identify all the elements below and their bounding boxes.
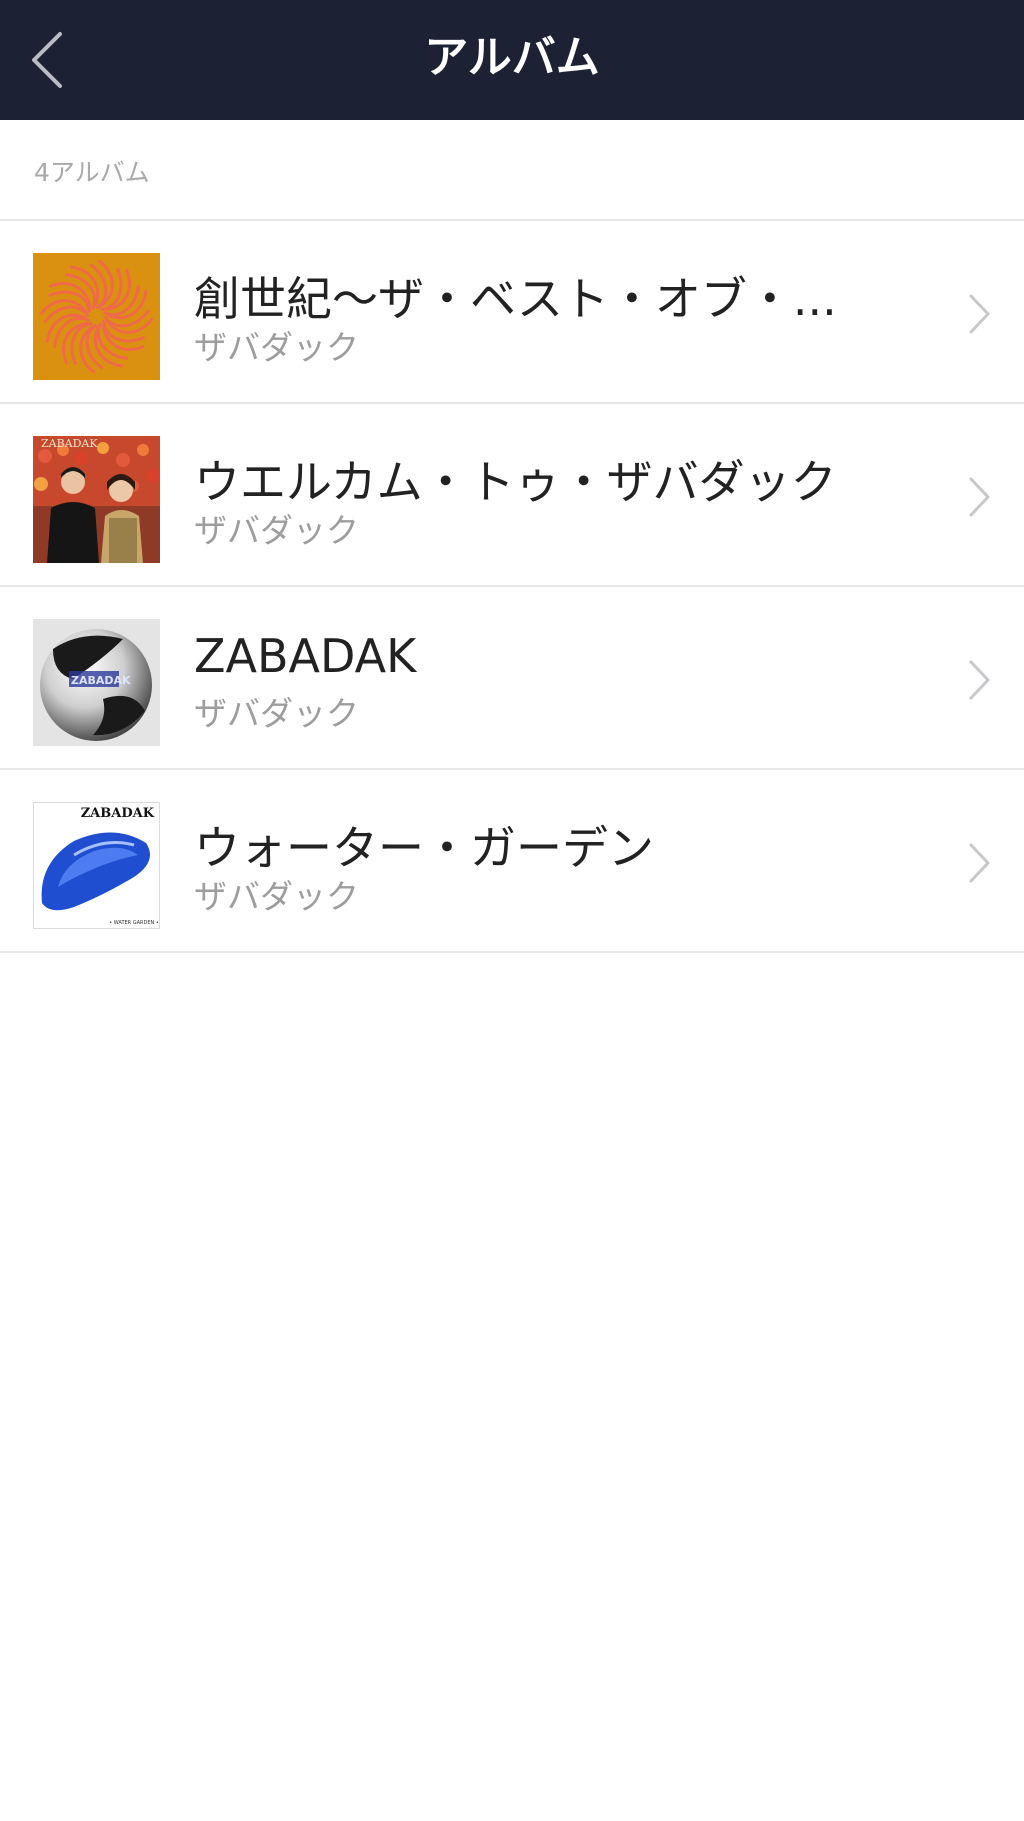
album-cover-text: ZABADAK [41, 437, 98, 450]
album-artist: ザバダック [194, 511, 359, 550]
album-cover-subtext: • WATER GARDEN • [109, 920, 159, 926]
album-title: ウォーター・ガーデン [194, 821, 654, 875]
album-title: 創世紀〜ザ・ベスト・オブ・... [194, 272, 837, 326]
album-cover-text: ZABADAK [71, 674, 131, 687]
navigation-bar: アルバム [0, 0, 1024, 120]
album-title: ZABADAK [194, 629, 417, 683]
album-artist: ザバダック [194, 328, 359, 367]
album-artist: ザバダック [194, 877, 359, 916]
album-cover-chrome-sphere: ZABADAK [33, 619, 160, 746]
album-count-label: 4アルバム [34, 158, 150, 187]
album-cover-blue-shape: ZABADAK • WATER GARDEN • [34, 803, 159, 928]
album-cover-text: ZABADAK [81, 806, 155, 821]
album-row[interactable]: ZABADAK • WATER GARDEN • ウォーター・ガーデン ザバダッ… [0, 770, 1024, 953]
album-cover: ZABADAK [33, 619, 160, 746]
album-cover: ZABADAK • WATER GARDEN • [33, 802, 160, 929]
album-cover: ZABADAK [33, 436, 160, 563]
album-cover-band-photo: ZABADAK [33, 436, 160, 563]
album-row[interactable]: ZABADAK ZABADAK ザバダック [0, 587, 1024, 770]
album-artist: ザバダック [194, 694, 359, 733]
chevron-right-icon [969, 843, 990, 883]
chevron-right-icon [969, 660, 990, 700]
album-row[interactable]: 創世紀〜ザ・ベスト・オブ・... ザバダック [0, 221, 1024, 404]
album-title: ウエルカム・トゥ・ザバダック [194, 455, 837, 509]
album-count-bar: 4アルバム [0, 120, 1024, 221]
album-row[interactable]: ZABADAK ウエルカム・トゥ・ザバダック ザバダック [0, 404, 1024, 587]
album-cover-orange-spiral [33, 253, 160, 380]
page-title: アルバム [424, 32, 600, 83]
chevron-right-icon [969, 477, 990, 517]
album-cover [33, 253, 160, 380]
chevron-right-icon [969, 294, 990, 334]
